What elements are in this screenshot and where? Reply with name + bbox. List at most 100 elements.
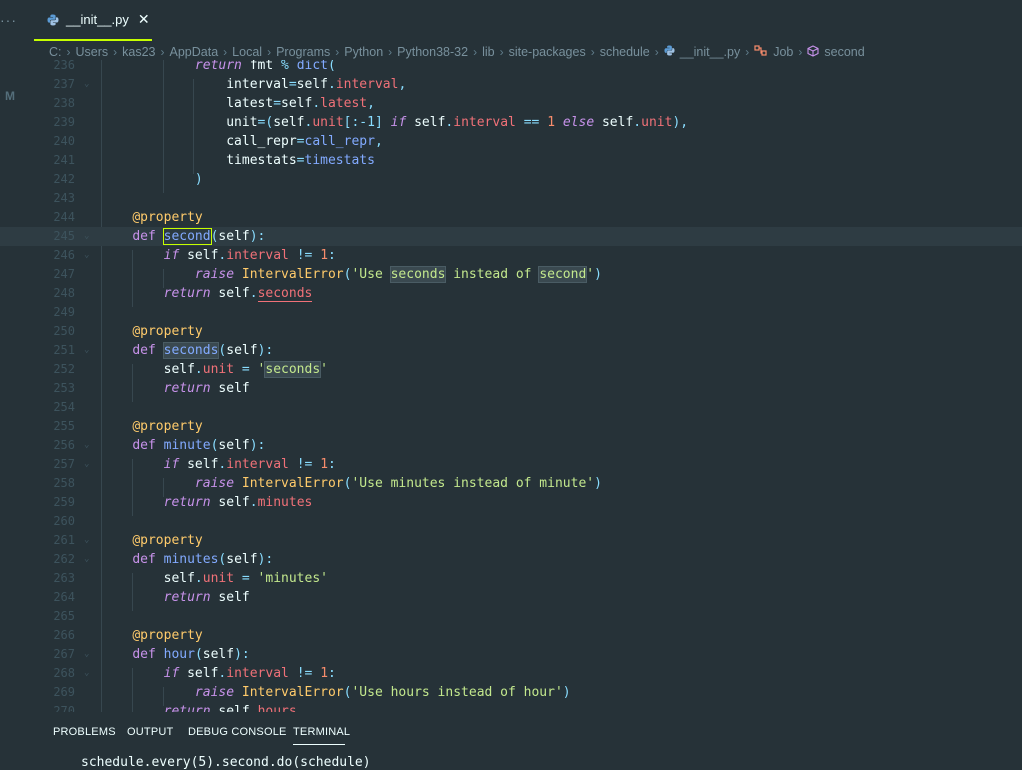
fold-chevron-icon[interactable]: ⌄ — [84, 227, 89, 246]
code-line[interactable]: 240 call_repr=call_repr, — [0, 132, 1022, 151]
code-line[interactable]: 264 return self — [0, 588, 1022, 607]
code-line[interactable]: 250 @property — [0, 322, 1022, 341]
code-line[interactable]: 265 — [0, 607, 1022, 626]
line-number: 252 — [53, 362, 75, 376]
code-line[interactable]: 243 — [0, 189, 1022, 208]
tab-terminal[interactable]: TERMINAL — [293, 726, 350, 738]
code-line[interactable]: 252 self.unit = 'seconds' — [0, 360, 1022, 379]
breadcrumb-separator: › — [473, 45, 478, 59]
code-line[interactable]: 255 @property — [0, 417, 1022, 436]
close-icon[interactable]: ✕ — [138, 11, 150, 28]
code-line[interactable]: 238 latest=self.latest, — [0, 94, 1022, 113]
code-line[interactable]: 237 ⌄ interval=self.interval, — [0, 75, 1022, 94]
code-text: if self.interval != 1: — [163, 666, 336, 681]
breadcrumb-item[interactable]: AppData — [170, 45, 219, 59]
code-line[interactable]: 253 return self — [0, 379, 1022, 398]
code-line[interactable]: 260 — [0, 512, 1022, 531]
line-number: 268 — [53, 666, 75, 680]
tab-output[interactable]: OUTPUT — [127, 726, 173, 738]
code-line[interactable]: 236 return fmt % dict( — [0, 60, 1022, 75]
code-text: def minute(self): — [132, 438, 266, 453]
code-line[interactable]: 256 ⌄ def minute(self): — [0, 436, 1022, 455]
code-text: @property — [132, 324, 203, 339]
fold-chevron-icon[interactable]: ⌄ — [84, 645, 89, 664]
code-line[interactable]: 270 return self.hours — [0, 702, 1022, 712]
line-number: 261 — [53, 533, 75, 547]
line-number: 253 — [53, 381, 75, 395]
line-number: 245 — [53, 229, 75, 243]
code-line[interactable]: 239 unit=(self.unit[:-1] if self.interva… — [0, 113, 1022, 132]
code-line[interactable]: 248 return self.seconds — [0, 284, 1022, 303]
editor-tab-bar: __init__.py ✕ — [34, 0, 1022, 41]
breadcrumb-item[interactable]: schedule — [600, 45, 650, 59]
code-text: latest=self.latest, — [101, 96, 375, 111]
code-line[interactable]: 257 ⌄ if self.interval != 1: — [0, 455, 1022, 474]
breadcrumb-item[interactable]: Programs — [276, 45, 330, 59]
code-line[interactable]: 268 ⌄ if self.interval != 1: — [0, 664, 1022, 683]
active-tab-indicator — [293, 744, 345, 745]
code-text: if self.interval != 1: — [163, 457, 336, 472]
code-line[interactable]: 267 ⌄ def hour(self): — [0, 645, 1022, 664]
code-text: timestats=timestats — [101, 153, 375, 168]
tab-label: __init__.py — [66, 12, 129, 27]
line-number: 270 — [53, 704, 75, 712]
code-text: return self.minutes — [163, 495, 313, 510]
code-line[interactable]: 244 @property — [0, 208, 1022, 227]
code-line[interactable]: 251 ⌄ def seconds(self): — [0, 341, 1022, 360]
fold-chevron-icon[interactable]: ⌄ — [84, 246, 89, 265]
code-line[interactable]: 263 self.unit = 'minutes' — [0, 569, 1022, 588]
code-text: raise IntervalError('Use hours instead o… — [194, 685, 571, 700]
breadcrumb-item[interactable]: second — [824, 45, 864, 59]
line-number: 264 — [53, 590, 75, 604]
breadcrumb-item[interactable]: C: — [49, 45, 62, 59]
breadcrumb-item[interactable]: Users — [76, 45, 109, 59]
code-line[interactable]: 259 return self.minutes — [0, 493, 1022, 512]
fold-chevron-icon[interactable]: ⌄ — [84, 75, 89, 94]
tab-problems[interactable]: PROBLEMS — [53, 726, 116, 738]
code-line[interactable]: 246 ⌄ if self.interval != 1: — [0, 246, 1022, 265]
code-text: raise IntervalError('Use seconds instead… — [194, 266, 602, 283]
terminal-output-line[interactable]: schedule.every(5).second.do(schedule) — [81, 755, 371, 770]
breadcrumb-item[interactable]: lib — [482, 45, 495, 59]
fold-chevron-icon[interactable]: ⌄ — [84, 664, 89, 683]
code-line[interactable]: 241 timestats=timestats — [0, 151, 1022, 170]
breadcrumb-item[interactable]: Python — [344, 45, 383, 59]
breadcrumb-item[interactable]: Job — [773, 45, 793, 59]
line-number: 249 — [53, 305, 75, 319]
breadcrumb-item[interactable]: __init__.py — [680, 45, 740, 59]
code-line[interactable]: 258 raise IntervalError('Use minutes ins… — [0, 474, 1022, 493]
code-line[interactable]: 249 — [0, 303, 1022, 322]
fold-chevron-icon[interactable]: ⌄ — [84, 550, 89, 569]
breadcrumb-item[interactable]: kas23 — [122, 45, 155, 59]
code-line[interactable]: 262 ⌄ def minutes(self): — [0, 550, 1022, 569]
breadcrumb-item[interactable]: site-packages — [509, 45, 586, 59]
breadcrumb-item[interactable]: Python38-32 — [397, 45, 468, 59]
line-number: 248 — [53, 286, 75, 300]
line-number: 257 — [53, 457, 75, 471]
tab-debug-console[interactable]: DEBUG CONSOLE — [188, 726, 287, 738]
line-number: 241 — [53, 153, 75, 167]
code-editor[interactable]: 236 return fmt % dict(237 ⌄ interval=self… — [0, 60, 1022, 712]
python-icon — [664, 45, 675, 59]
code-line[interactable]: 254 — [0, 398, 1022, 417]
line-number: 254 — [53, 400, 75, 414]
code-text: unit=(self.unit[:-1] if self.interval ==… — [101, 115, 689, 130]
line-number: 244 — [53, 210, 75, 224]
code-line[interactable]: 247 raise IntervalError('Use seconds ins… — [0, 265, 1022, 284]
breadcrumb-item[interactable]: Local — [232, 45, 262, 59]
code-line[interactable]: 242 ) — [0, 170, 1022, 189]
code-line[interactable]: 261 ⌄ @property — [0, 531, 1022, 550]
fold-chevron-icon[interactable]: ⌄ — [84, 341, 89, 360]
fold-chevron-icon[interactable]: ⌄ — [84, 531, 89, 550]
class-icon — [754, 44, 768, 60]
code-line[interactable]: 266 @property — [0, 626, 1022, 645]
fold-chevron-icon[interactable]: ⌄ — [84, 436, 89, 455]
line-number: 251 — [53, 343, 75, 357]
code-line[interactable]: 245 ⌄ def second(self): — [0, 227, 1022, 246]
tab-init-py[interactable]: __init__.py ✕ — [34, 0, 152, 41]
code-text: def seconds(self): — [132, 342, 274, 359]
code-line[interactable]: 269 raise IntervalError('Use hours inste… — [0, 683, 1022, 702]
fold-chevron-icon[interactable]: ⌄ — [84, 455, 89, 474]
more-actions-icon[interactable]: ··· — [0, 12, 16, 28]
line-number: 237 — [53, 77, 75, 91]
